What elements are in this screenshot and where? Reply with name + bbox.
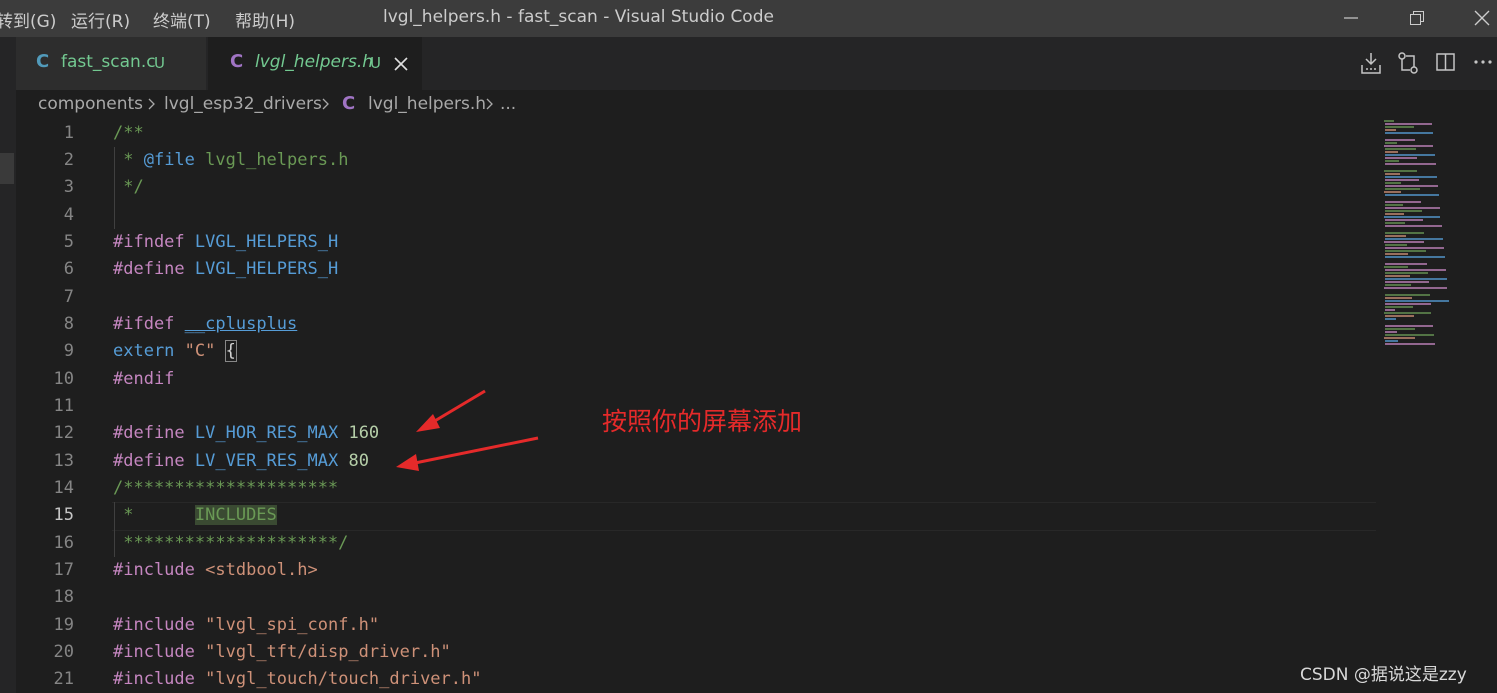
annotation-text: 按照你的屏幕添加	[602, 407, 803, 436]
annotation-arrows	[396, 389, 539, 471]
watermark: CSDN @据说这是zzy	[1300, 665, 1467, 685]
